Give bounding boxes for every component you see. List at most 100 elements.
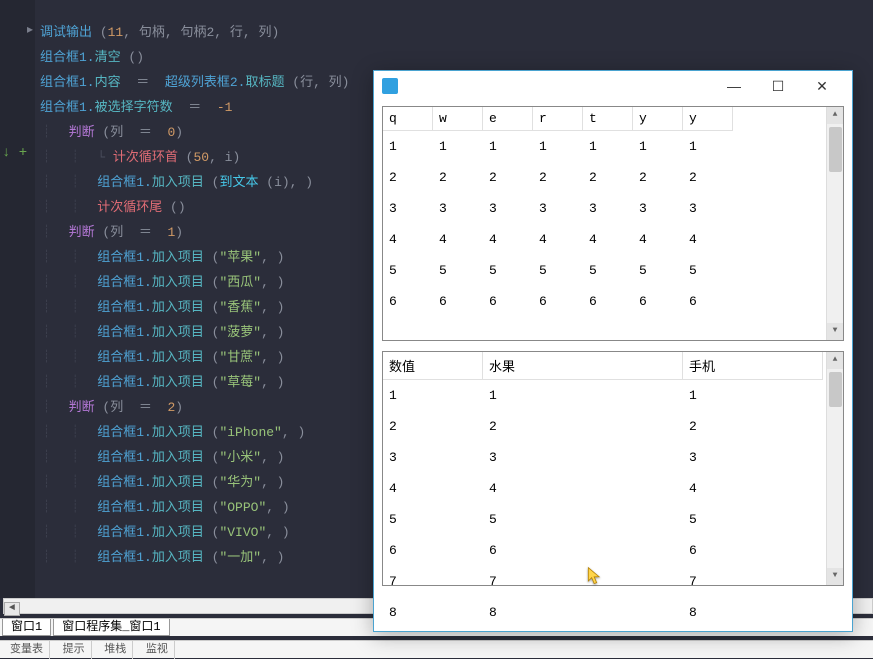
editor-gutter: ▸ ↓ + (0, 0, 35, 598)
table-cell: 1 (383, 380, 483, 411)
column-header[interactable]: 数值 (383, 352, 483, 380)
table-cell: 4 (383, 224, 433, 255)
table-row[interactable]: 6666666 (383, 286, 843, 317)
column-header[interactable]: y (683, 107, 733, 131)
maximize-button[interactable]: ☐ (756, 72, 800, 100)
table-cell: 6 (483, 535, 683, 566)
tab-window1[interactable]: 窗口1 (2, 619, 51, 636)
table-cell: 3 (683, 442, 823, 473)
table-row[interactable]: 555 (383, 504, 843, 535)
table-cell: 4 (683, 224, 733, 255)
table-row[interactable]: 111 (383, 380, 843, 411)
table-cell: 1 (483, 131, 533, 162)
table-cell: 2 (683, 411, 823, 442)
column-header[interactable]: w (433, 107, 483, 131)
table-cell: 1 (633, 131, 683, 162)
table-cell: 3 (533, 193, 583, 224)
table-row[interactable]: 444 (383, 473, 843, 504)
table-cell: 5 (483, 255, 533, 286)
status-hints[interactable]: 提示 (57, 641, 92, 659)
table-cell: 5 (583, 255, 633, 286)
table-cell: 8 (483, 597, 683, 628)
table-row[interactable]: 888 (383, 597, 843, 628)
listview-2-wrap: 数值水果手机111222333444555666777888 ▲ ▼ (382, 351, 844, 586)
table-cell: 1 (583, 131, 633, 162)
column-header[interactable]: 手机 (683, 352, 823, 380)
scroll-up-icon[interactable]: ▲ (827, 352, 843, 369)
table-cell: 6 (433, 286, 483, 317)
table-cell: 4 (683, 473, 823, 504)
table-cell: 1 (433, 131, 483, 162)
table-row[interactable]: 333 (383, 442, 843, 473)
close-button[interactable]: ✕ (800, 72, 844, 100)
scroll-down-icon[interactable]: ▼ (827, 568, 843, 585)
table-cell: 2 (633, 162, 683, 193)
table-cell: 5 (533, 255, 583, 286)
table-row[interactable]: 4444444 (383, 224, 843, 255)
column-header[interactable]: t (583, 107, 633, 131)
table-cell: 7 (483, 566, 683, 597)
table-cell: 5 (633, 255, 683, 286)
window-titlebar[interactable]: — ☐ ✕ (374, 71, 852, 101)
fold-marker[interactable]: ▸ (27, 22, 33, 37)
table-cell: 2 (483, 411, 683, 442)
status-watch[interactable]: 监视 (140, 641, 175, 659)
table-row[interactable]: 222 (383, 411, 843, 442)
column-header[interactable]: y (633, 107, 683, 131)
tab-procset[interactable]: 窗口程序集_窗口1 (53, 619, 169, 636)
breakpoint-arrow[interactable]: ↓ + (2, 145, 27, 161)
status-stack[interactable]: 堆栈 (98, 641, 133, 659)
table-cell: 6 (583, 286, 633, 317)
scroll-thumb[interactable] (829, 372, 842, 407)
table-cell: 3 (433, 193, 483, 224)
app-icon (382, 78, 398, 94)
listview-2-scrollbar[interactable]: ▲ ▼ (826, 352, 843, 585)
table-cell: 1 (383, 131, 433, 162)
column-header[interactable]: r (533, 107, 583, 131)
table-cell: 3 (583, 193, 633, 224)
column-header[interactable]: 水果 (483, 352, 683, 380)
table-cell: 5 (433, 255, 483, 286)
table-row[interactable]: 1111111 (383, 131, 843, 162)
table-cell: 7 (383, 566, 483, 597)
table-cell: 7 (683, 566, 823, 597)
column-header[interactable]: e (483, 107, 533, 131)
listview-1-wrap: qwertyy111111122222223333333444444455555… (382, 106, 844, 341)
table-cell: 4 (483, 224, 533, 255)
table-cell: 6 (533, 286, 583, 317)
listview-1-scrollbar[interactable]: ▲ ▼ (826, 107, 843, 340)
status-vars[interactable]: 变量表 (4, 641, 50, 659)
code-area[interactable]: 调试输出 (11, 句柄, 句柄2, 行, 列)组合框1.清空 ()组合框1.内… (40, 20, 349, 570)
table-cell: 4 (483, 473, 683, 504)
listview-1[interactable]: qwertyy111111122222223333333444444455555… (383, 107, 843, 317)
column-header[interactable]: q (383, 107, 433, 131)
scroll-thumb[interactable] (829, 127, 842, 172)
table-cell: 5 (683, 504, 823, 535)
table-cell: 1 (483, 380, 683, 411)
listview-2[interactable]: 数值水果手机111222333444555666777888 (383, 352, 843, 628)
table-cell: 5 (683, 255, 733, 286)
table-cell: 6 (683, 286, 733, 317)
table-cell: 6 (383, 535, 483, 566)
scroll-down-icon[interactable]: ▼ (827, 323, 843, 340)
minimize-button[interactable]: — (712, 72, 756, 100)
table-cell: 2 (433, 162, 483, 193)
table-cell: 4 (633, 224, 683, 255)
scroll-left-button[interactable]: ◄ (4, 602, 20, 616)
table-cell: 3 (483, 442, 683, 473)
table-row[interactable]: 666 (383, 535, 843, 566)
table-cell: 1 (533, 131, 583, 162)
table-cell: 6 (483, 286, 533, 317)
table-cell: 5 (383, 255, 433, 286)
table-cell: 2 (583, 162, 633, 193)
table-row[interactable]: 3333333 (383, 193, 843, 224)
scroll-up-icon[interactable]: ▲ (827, 107, 843, 124)
app-window: — ☐ ✕ qwertyy111111122222223333333444444… (373, 70, 853, 632)
table-cell: 4 (533, 224, 583, 255)
table-cell: 1 (683, 380, 823, 411)
table-cell: 2 (383, 411, 483, 442)
table-cell: 6 (383, 286, 433, 317)
table-row[interactable]: 5555555 (383, 255, 843, 286)
table-row[interactable]: 2222222 (383, 162, 843, 193)
table-row[interactable]: 777 (383, 566, 843, 597)
